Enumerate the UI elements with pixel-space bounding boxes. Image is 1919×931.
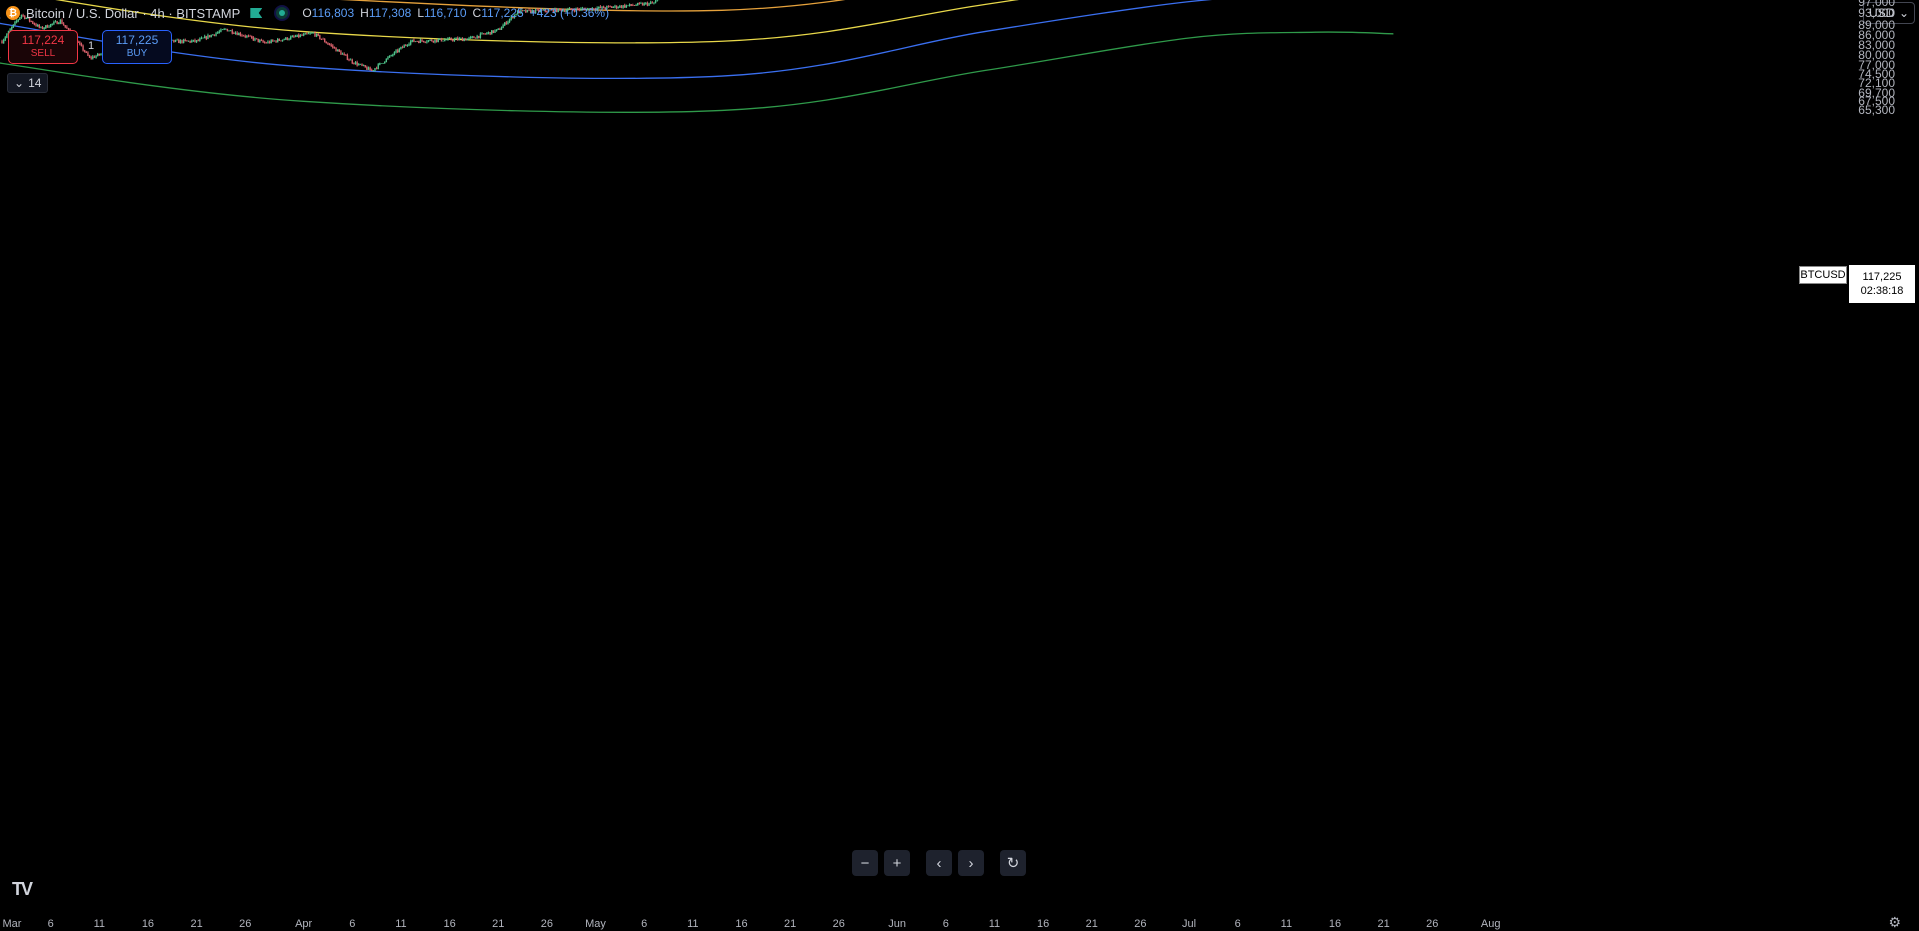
- time-tick-label: 16: [1036, 918, 1050, 930]
- time-tick-label: 21: [784, 918, 797, 930]
- ohlc-item: C117,225: [473, 6, 524, 20]
- ohlc-key: O: [302, 6, 312, 20]
- ohlc-value: 116,803: [311, 6, 355, 20]
- zoom-out-button[interactable]: −: [852, 850, 878, 876]
- time-tick-label: 26: [1426, 918, 1439, 930]
- band-green: [0, 31, 1394, 113]
- ohlc-values: O116,803 H117,308 L116,710 C117,225 +423 (+0…: [302, 6, 609, 20]
- symbol-title[interactable]: Bitcoin / U.S. Dollar · 4h · BITSTAMP: [26, 6, 240, 21]
- time-tick-label: May: [585, 918, 606, 930]
- ohlc-key: L: [417, 6, 425, 20]
- chart-header: ₿ Bitcoin / U.S. Dollar · 4h · BITSTAMP …: [6, 4, 609, 22]
- time-tick-label: Jul: [1182, 918, 1197, 930]
- flag-icon[interactable]: [250, 8, 263, 18]
- time-tick-label: 16: [141, 918, 155, 930]
- ohlc-value: 117,308: [368, 6, 412, 20]
- ohlc-value: 116,710: [424, 6, 467, 20]
- time-tick-label: 16: [735, 918, 748, 930]
- scroll-left-button[interactable]: ‹: [926, 850, 952, 876]
- time-tick-label: 6: [349, 918, 356, 930]
- last-price-label: 117,225 02:38:18: [1849, 265, 1915, 303]
- ohlc-value: +423 (+0.36%): [529, 6, 610, 20]
- chevron-down-icon: ⌄: [14, 76, 25, 90]
- chart-nav-bar: − + ‹ › ↻: [852, 850, 1026, 876]
- price-tick-label: 65,300: [1858, 103, 1895, 118]
- bitcoin-icon: ₿: [6, 6, 20, 20]
- time-tick-label: 6: [1234, 918, 1241, 930]
- time-tick-label: 11: [988, 918, 1001, 930]
- tradingview-logo[interactable]: TV: [12, 879, 33, 900]
- buy-price: 117,225: [115, 33, 159, 47]
- ohlc-key: C: [472, 6, 482, 20]
- time-tick-label: 6: [641, 918, 648, 930]
- last-price: 117,225: [1862, 271, 1902, 283]
- scroll-right-button[interactable]: ›: [958, 850, 984, 876]
- time-tick-label: Jun: [888, 918, 907, 930]
- buy-button[interactable]: 117,225 BUY: [102, 30, 172, 64]
- market-status-icon[interactable]: [274, 5, 291, 21]
- time-tick-label: 26: [1134, 918, 1147, 930]
- time-tick-label: 26: [540, 918, 553, 930]
- symbol-price-tag: BTCUSD: [1799, 266, 1847, 284]
- indicators-toggle[interactable]: ⌄ 14: [7, 73, 49, 93]
- ohlc-item: +423 (+0.36%): [530, 6, 609, 20]
- time-tick-label: 6: [47, 918, 54, 930]
- time-tick-label: 11: [1280, 918, 1293, 930]
- sell-price: 117,224: [21, 33, 65, 47]
- bar-countdown: 02:38:18: [1860, 285, 1904, 297]
- buy-label: BUY: [126, 48, 148, 59]
- time-tick-label: 26: [832, 918, 845, 930]
- time-tick-label: Apr: [295, 918, 313, 930]
- time-tick-label: 21: [492, 918, 505, 930]
- ohlc-item: O116,803: [302, 6, 354, 20]
- chevron-down-icon: ⌄: [1898, 6, 1909, 20]
- ohlc-item: L116,710: [417, 6, 466, 20]
- time-tick-label: Mar: [2, 918, 22, 930]
- zoom-in-button[interactable]: +: [884, 850, 910, 876]
- sell-button[interactable]: 117,224 SELL: [8, 30, 78, 64]
- reset-chart-button[interactable]: ↻: [1000, 850, 1026, 876]
- time-tick-label: 6: [942, 918, 949, 930]
- time-tick-label: 11: [93, 918, 106, 930]
- price-chart[interactable]: [0, 0, 1919, 930]
- time-tick-label: 21: [190, 918, 203, 930]
- ohlc-value: 117,225: [481, 6, 524, 20]
- time-tick-label: 16: [1328, 918, 1342, 930]
- time-tick-label: Aug: [1480, 918, 1501, 930]
- time-tick-label: 26: [239, 918, 252, 930]
- time-tick-label: 21: [1377, 918, 1390, 930]
- time-tick-label: 16: [443, 918, 456, 930]
- indicators-count: 14: [28, 76, 42, 90]
- time-tick-label: 11: [395, 918, 407, 930]
- settings-gear-icon[interactable]: ⚙: [1888, 914, 1901, 931]
- sell-label: SELL: [30, 48, 56, 59]
- ohlc-item: H117,308: [360, 6, 411, 20]
- time-tick-label: 11: [687, 918, 699, 930]
- ohlc-key: H: [360, 6, 369, 20]
- spread-value: 1: [88, 40, 95, 52]
- time-tick-label: 21: [1085, 918, 1098, 930]
